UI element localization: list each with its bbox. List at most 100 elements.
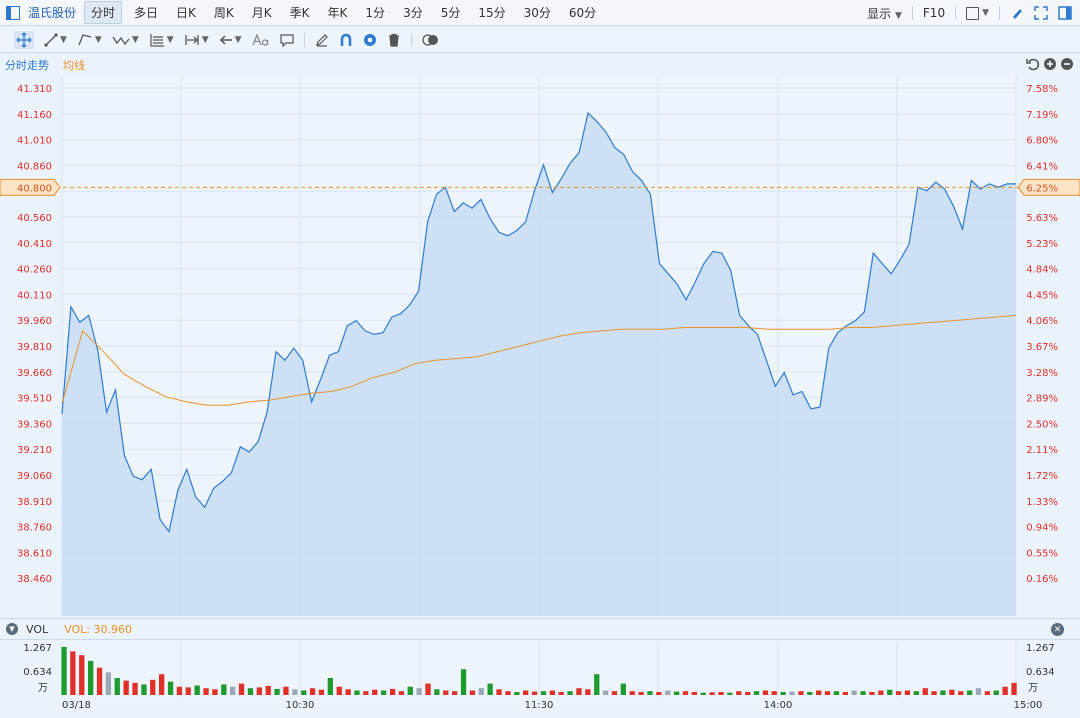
volume-bar xyxy=(318,689,325,695)
delete-tool[interactable] xyxy=(387,33,401,47)
price-tick-label: 39.360 xyxy=(17,419,52,430)
stock-name[interactable]: 温氏股份 xyxy=(28,4,76,21)
channel-tool[interactable]: ▼ xyxy=(77,33,102,47)
chevron-down-icon: ▼ xyxy=(94,34,102,45)
percent-tick-label: 6.41% xyxy=(1026,161,1058,172)
volume-bar xyxy=(416,688,422,695)
volume-bar xyxy=(682,691,689,695)
volume-bar xyxy=(807,692,813,695)
tab-period-5min[interactable]: 5分 xyxy=(435,2,467,23)
period-toolbar: 温氏股份 分时 多日 日K 周K 月K 季K 年K 1分 3分 5分 15分 3… xyxy=(0,0,1080,26)
chart-controls xyxy=(1026,57,1074,71)
move-tool[interactable] xyxy=(14,30,34,49)
arrow-tool[interactable]: ▼ xyxy=(219,33,242,47)
text-tool[interactable] xyxy=(251,32,270,47)
volume-bar xyxy=(771,691,777,695)
note-tool[interactable] xyxy=(279,33,294,47)
window-icon xyxy=(966,6,980,20)
volume-bar xyxy=(469,690,476,695)
tab-period-year[interactable]: 年K xyxy=(322,2,354,23)
tab-period-60min[interactable]: 60分 xyxy=(563,2,602,23)
tab-period-multi-day[interactable]: 多日 xyxy=(128,2,164,23)
chevron-down-icon: ▼ xyxy=(60,34,67,45)
price-chart[interactable]: 41.31041.16041.01040.86040.71040.56040.4… xyxy=(0,76,1080,616)
tab-period-quarter[interactable]: 季K xyxy=(284,2,316,23)
toggle-drawings-tool[interactable] xyxy=(421,33,440,47)
volume-bar xyxy=(141,684,147,695)
price-tick-label: 40.260 xyxy=(17,265,52,276)
volume-bar xyxy=(425,683,431,695)
volume-bar xyxy=(123,680,129,695)
tab-period-week[interactable]: 周K xyxy=(208,2,240,23)
divider xyxy=(955,6,957,20)
volume-bar xyxy=(381,690,387,695)
volume-unit-right: 万 xyxy=(1028,683,1038,694)
wave-tool[interactable]: ▼ xyxy=(112,33,139,47)
time-axis: 03/18 10:30 11:30 14:00 15:00 xyxy=(62,700,1042,711)
percent-tick-label: 2.11% xyxy=(1026,445,1058,456)
pen-icon[interactable] xyxy=(1010,6,1024,20)
volume-bar xyxy=(434,689,440,695)
sidebar-toggle-icon[interactable] xyxy=(6,5,20,20)
volume-bar xyxy=(478,688,484,695)
visibility-tool[interactable] xyxy=(363,33,377,47)
tab-period-1min[interactable]: 1分 xyxy=(359,2,391,23)
volume-bar xyxy=(585,689,591,695)
chevron-down-icon: ▼ xyxy=(201,34,209,45)
measure-tool[interactable]: ▼ xyxy=(184,33,209,47)
volume-bar xyxy=(567,691,573,695)
volume-bar xyxy=(283,686,289,695)
divider xyxy=(911,6,913,20)
volume-bar xyxy=(665,690,671,695)
close-icon[interactable]: ✕ xyxy=(1051,623,1064,636)
price-tick-label: 39.810 xyxy=(17,342,52,353)
fib-tool[interactable]: ▼ xyxy=(149,33,174,47)
display-menu[interactable]: 显示 ▼ xyxy=(867,5,902,22)
tab-period-intraday[interactable]: 分时 xyxy=(84,1,123,24)
f10-button[interactable]: F10 xyxy=(923,6,945,20)
volume-chart[interactable]: 1.267 1.267 0.634 0.634 万 万 03/18 10:30 11:30 14… xyxy=(0,641,1080,718)
percent-tick-label: 0.16% xyxy=(1026,574,1058,585)
percent-tick-label: 2.50% xyxy=(1026,419,1058,430)
layout-menu[interactable]: ▼ xyxy=(966,6,989,20)
volume-bar xyxy=(372,689,378,695)
volume-bar xyxy=(88,660,94,695)
legend-price-line: 分时走势 xyxy=(5,59,49,72)
volume-bar xyxy=(895,691,902,695)
magnet-tool[interactable] xyxy=(339,33,353,47)
toggle-icon xyxy=(421,33,438,46)
volume-bar xyxy=(265,685,271,695)
time-tick-label: 14:00 xyxy=(764,700,793,711)
volume-bar xyxy=(549,690,555,695)
tab-period-30min[interactable]: 30分 xyxy=(518,2,557,23)
eraser-tool[interactable] xyxy=(315,33,329,47)
price-tick-label: 40.560 xyxy=(17,213,52,224)
wave-icon xyxy=(112,36,130,45)
reset-icon[interactable] xyxy=(1026,57,1040,71)
volume-bar xyxy=(691,692,697,695)
volume-tick-right: 1.267 xyxy=(1026,643,1055,654)
panel-right-icon[interactable] xyxy=(1058,6,1072,20)
tab-period-3min[interactable]: 3分 xyxy=(397,2,429,23)
fullscreen-icon[interactable] xyxy=(1034,6,1048,20)
chevron-down-icon: ▼ xyxy=(166,34,174,45)
volume-bar xyxy=(904,690,911,695)
price-tick-label: 39.060 xyxy=(17,471,52,482)
line-tool[interactable]: ▼ xyxy=(44,32,67,47)
volume-bar xyxy=(656,692,662,695)
volume-bar xyxy=(292,689,298,695)
volume-bar xyxy=(816,690,822,695)
price-tick-label: 41.010 xyxy=(17,136,52,147)
volume-bar xyxy=(336,686,342,695)
trash-icon xyxy=(388,33,399,47)
tab-period-15min[interactable]: 15分 xyxy=(472,2,511,23)
tab-period-day[interactable]: 日K xyxy=(170,2,202,23)
zoom-out-icon[interactable] xyxy=(1060,57,1074,71)
collapse-icon[interactable]: ▼ xyxy=(6,623,18,635)
tab-period-month[interactable]: 月K xyxy=(246,2,278,23)
zoom-in-icon[interactable] xyxy=(1043,57,1057,71)
current-price-tag-left: 40.800 xyxy=(0,178,61,196)
volume-bar xyxy=(194,685,200,695)
current-price-label: 40.800 xyxy=(17,183,52,194)
magnet-icon xyxy=(340,33,351,46)
